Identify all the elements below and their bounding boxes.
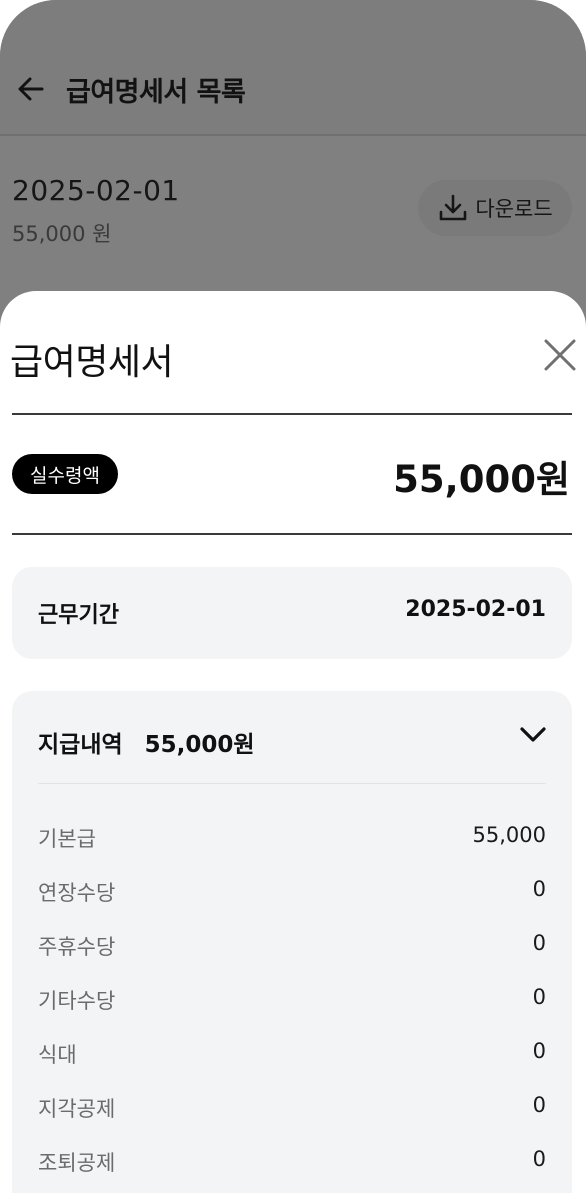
page-title: 급여명세서 목록	[66, 77, 246, 108]
download-button[interactable]: 다운로드	[418, 180, 572, 236]
arrow-left-icon	[18, 77, 44, 101]
payment-item-value: 0	[532, 931, 546, 955]
payment-item-value: 0	[532, 985, 546, 1009]
payment-item-value: 0	[532, 877, 546, 901]
list-item[interactable]: 2025-02-01 55,000 원 다운로드	[0, 136, 586, 296]
payment-item: 식대 0	[38, 1039, 546, 1069]
divider	[12, 413, 572, 415]
chevron-down-icon	[520, 727, 546, 742]
payment-item-label: 연장수당	[38, 881, 116, 905]
payment-item: 지각공제 0	[38, 1093, 546, 1123]
payment-item-label: 기본급	[38, 827, 96, 851]
close-button[interactable]	[540, 335, 580, 375]
payment-item: 기타수당 0	[38, 985, 546, 1015]
work-period-label: 근무기간	[38, 603, 119, 628]
payment-item-label: 식대	[38, 1043, 77, 1067]
list-item-date: 2025-02-01	[12, 174, 180, 207]
divider	[12, 533, 572, 535]
divider	[38, 783, 546, 784]
work-period-value: 2025-02-01	[405, 597, 546, 622]
payment-details-label: 지급내역	[38, 732, 123, 758]
work-period-card: 근무기간 2025-02-01	[12, 567, 572, 659]
payment-item: 주휴수당 0	[38, 931, 546, 961]
download-icon	[440, 194, 467, 221]
phone-screen: 급여명세서 목록 2025-02-01 55,000 원 다운로드 급여명세서 …	[0, 0, 586, 1193]
payment-item: 조퇴공제 0	[38, 1147, 546, 1177]
sheet-title: 급여명세서	[10, 342, 174, 383]
payment-item: 기본급 55,000	[38, 823, 546, 853]
net-pay-amount: 55,000원	[393, 458, 570, 501]
payment-details-card: 지급내역 55,000원 기본급 55,000 연장수당 0 주휴수당 0 기타…	[12, 691, 572, 1193]
list-item-amount: 55,000 원	[12, 222, 112, 246]
payment-item-label: 주휴수당	[38, 935, 116, 959]
payment-item-label: 조퇴공제	[38, 1151, 116, 1175]
payment-total: 55,000원	[144, 732, 255, 758]
payment-item-label: 지각공제	[38, 1097, 116, 1121]
payment-item-value: 0	[532, 1147, 546, 1171]
app-header: 급여명세서 목록	[0, 0, 586, 136]
payment-item-label: 기타수당	[38, 989, 116, 1013]
payment-item: 연장수당 0	[38, 877, 546, 907]
collapse-toggle[interactable]	[516, 721, 550, 749]
payslip-sheet: 급여명세서 실수령액 55,000원 근무기간 2025-02-01 지급내역 5…	[0, 291, 586, 1193]
back-button[interactable]	[14, 72, 48, 106]
payment-item-value: 55,000	[472, 823, 546, 847]
payment-details-header[interactable]: 지급내역 55,000원	[38, 725, 255, 759]
download-label: 다운로드	[475, 197, 553, 221]
payment-item-value: 0	[532, 1093, 546, 1117]
close-icon	[544, 339, 576, 371]
payment-item-value: 0	[532, 1039, 546, 1063]
net-pay-badge: 실수령액	[12, 454, 118, 494]
